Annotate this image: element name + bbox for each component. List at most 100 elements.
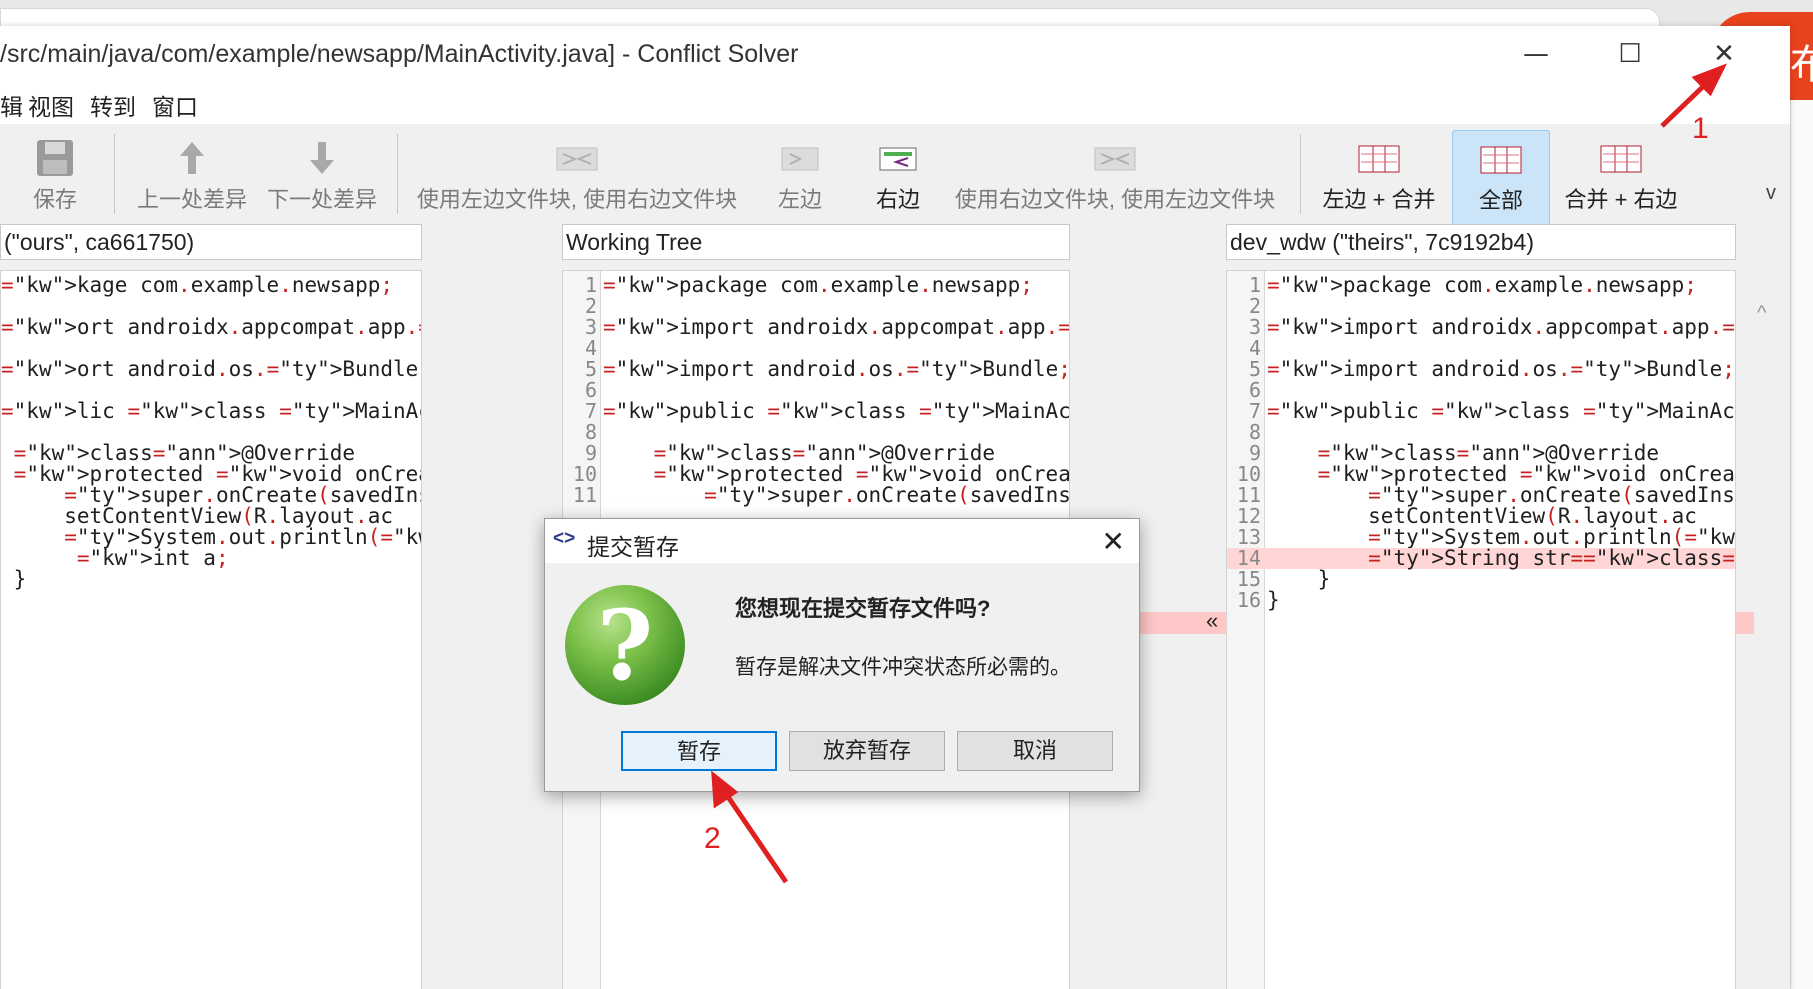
code-line: ="ty">System.out.println(="kw">class="st…	[1, 527, 421, 548]
code-line: 10 ="kw">protected ="kw">void onCreate(=…	[563, 464, 1069, 485]
code-line: ="kw">class="ann">@Override	[1, 443, 421, 464]
code-line: 9 ="kw">class="ann">@Override	[1227, 443, 1735, 464]
stage-button[interactable]: 暂存	[621, 731, 777, 771]
menu-view[interactable]: 视图	[28, 88, 74, 122]
code-line: 11 ="ty">super.onCreate(savedInsta	[563, 485, 1069, 506]
code-line: ="kw">ort android.os.="ty">Bundle;	[1, 359, 421, 380]
merge-blocks-icon	[1094, 147, 1136, 171]
dialog-title: 提交暂存	[587, 534, 679, 560]
code-text: ="ty">super.onCreate(savedInsta	[704, 483, 1070, 507]
code-line: 12 setContentView(R.layout.ac	[1227, 506, 1735, 527]
left-code-pane[interactable]: ="kw">kage com.example.newsapp; ="kw">ort…	[0, 270, 422, 989]
code-text: ="kw">import androidx.appcompat.app.="ty…	[603, 315, 1070, 339]
code-text: ="ty">System.out.println(="kw">class="st…	[1368, 525, 1735, 549]
code-text: ="ty">super.onCreate(savedInstar	[1368, 483, 1735, 507]
code-text: setContentView(R.layout.ac	[1, 504, 393, 528]
line-number: 14	[1236, 546, 1261, 570]
code-line: 8	[563, 422, 1069, 443]
close-button[interactable]: ✕	[1694, 34, 1754, 74]
code-text: ="ty">String str=="kw">class="str">"abc"…	[1368, 546, 1735, 570]
menu-edit[interactable]: 辑	[0, 88, 23, 122]
code-line: 6	[1227, 380, 1735, 401]
use-right-then-left-label: 使用右边文件块, 使用左边文件块	[954, 187, 1276, 212]
code-text: ="kw">protected ="kw">void onCreate(="ty…	[653, 462, 1070, 486]
scroll-up-icon[interactable]: ^	[1757, 302, 1766, 325]
line-number: 5	[1248, 357, 1261, 381]
next-diff-label: 下一处差异	[266, 187, 377, 212]
code-text: ="ty">System.out.println(="kw">class="st…	[64, 525, 421, 549]
line-number: 2	[1248, 294, 1261, 318]
left-block-icon	[781, 147, 819, 171]
line-number: 16	[1236, 588, 1261, 612]
toolbar-overflow-chevron[interactable]: v	[1766, 182, 1776, 205]
all-panes-icon	[1480, 146, 1522, 174]
code-text: }	[1267, 588, 1280, 612]
dialog-heading: 您想现在提交暂存文件吗?	[735, 596, 991, 621]
code-line: 5 ="kw">import android.os.="ty">Bundle;	[1227, 359, 1735, 380]
toolbar-separator	[114, 134, 115, 214]
question-icon: ?	[565, 585, 685, 705]
title-bar[interactable]: /src/main/java/com/example/newsapp/MainA…	[0, 26, 1790, 82]
code-line: 6	[563, 380, 1069, 401]
conflict-solver-window: /src/main/java/com/example/newsapp/MainA…	[0, 26, 1790, 989]
code-text: }	[1, 567, 27, 591]
merge-blocks-icon	[556, 147, 598, 171]
line-number: 6	[584, 378, 597, 402]
annotation-number-1: 1	[1692, 112, 1709, 145]
right-code-pane[interactable]: 1 ="kw">package com.example.newsapp; 2 3 ="k…	[1226, 270, 1736, 989]
cancel-button[interactable]: 取消	[957, 731, 1113, 771]
line-number: 8	[1248, 420, 1261, 444]
line-number: 6	[1248, 378, 1261, 402]
code-line: ="kw">ort androidx.appcompat.app.="ty">A…	[1, 317, 421, 338]
line-number: 3	[584, 315, 597, 339]
line-number: 2	[584, 294, 597, 318]
menu-window[interactable]: 窗口	[152, 88, 198, 122]
line-number: 13	[1236, 525, 1261, 549]
background-browser-tab	[0, 8, 1660, 28]
all-button[interactable]: 全部	[1452, 130, 1550, 226]
code-text: ="kw">protected ="kw">void onCreate(="ty…	[13, 462, 421, 486]
line-number: 10	[1236, 462, 1261, 486]
code-line: 9 ="kw">class="ann">@Override	[563, 443, 1069, 464]
dialog-title-bar[interactable]: <> 提交暂存 ✕	[545, 519, 1139, 563]
maximize-button[interactable]: ☐	[1600, 34, 1660, 74]
dialog-close-button[interactable]: ✕	[1102, 525, 1125, 558]
code-line: 10 ="kw">protected ="kw">void onCreate(=…	[1227, 464, 1735, 485]
line-number: 10	[572, 462, 597, 486]
code-text: ="kw">import android.os.="ty">Bundle;	[1267, 357, 1735, 381]
code-line: 15 }	[1227, 569, 1735, 590]
code-line: 8	[1227, 422, 1735, 443]
discard-stage-button[interactable]: 放弃暂存	[789, 731, 945, 771]
use-left-then-right-label: 使用左边文件块, 使用右边文件块	[416, 187, 738, 212]
code-text: ="kw">import androidx.appcompat.app.="ty…	[1267, 315, 1735, 339]
code-line: 4	[1227, 338, 1735, 359]
code-line: }	[1, 569, 421, 590]
right-label: 右边	[875, 187, 920, 212]
code-text: ="kw">package com.example.newsapp;	[603, 273, 1033, 297]
code-text: ="ty">super.onCreate(savedInstar	[64, 483, 421, 507]
save-icon	[37, 140, 73, 176]
save-label: 保存	[32, 187, 77, 212]
code-line: 3="kw">import androidx.appcompat.app.="t…	[1227, 317, 1735, 338]
toolbar-separator	[397, 134, 398, 214]
line-number: 15	[1236, 567, 1261, 591]
window-title: /src/main/java/com/example/newsapp/MainA…	[0, 40, 799, 68]
code-text: setContentView(R.layout.ac	[1267, 504, 1697, 528]
right-pane-header: dev_wdw ("theirs", 7c9192b4)	[1226, 224, 1736, 260]
code-line: 7="kw">public ="kw">class ="ty">MainActi…	[1227, 401, 1735, 422]
menu-goto[interactable]: 转到	[90, 88, 136, 122]
line-number: 1	[1248, 273, 1261, 297]
code-line: 7="kw">public ="kw">class ="ty">MainActi…	[563, 401, 1069, 422]
code-line: 13 ="ty">System.out.println(="kw">class=…	[1227, 527, 1735, 548]
right-block-icon	[879, 147, 917, 171]
code-text: ="kw">class="ann">@Override	[13, 441, 356, 465]
conflict-arrow-icon[interactable]: «	[1206, 608, 1218, 634]
code-line: ="ty">super.onCreate(savedInstar	[1, 485, 421, 506]
code-text: ="kw">public ="kw">class ="ty">MainActiv…	[603, 399, 1070, 423]
menu-bar: 辑 视图 转到 窗口	[0, 82, 1790, 124]
annotation-number-2: 2	[704, 822, 721, 855]
minimize-button[interactable]: —	[1506, 34, 1566, 74]
